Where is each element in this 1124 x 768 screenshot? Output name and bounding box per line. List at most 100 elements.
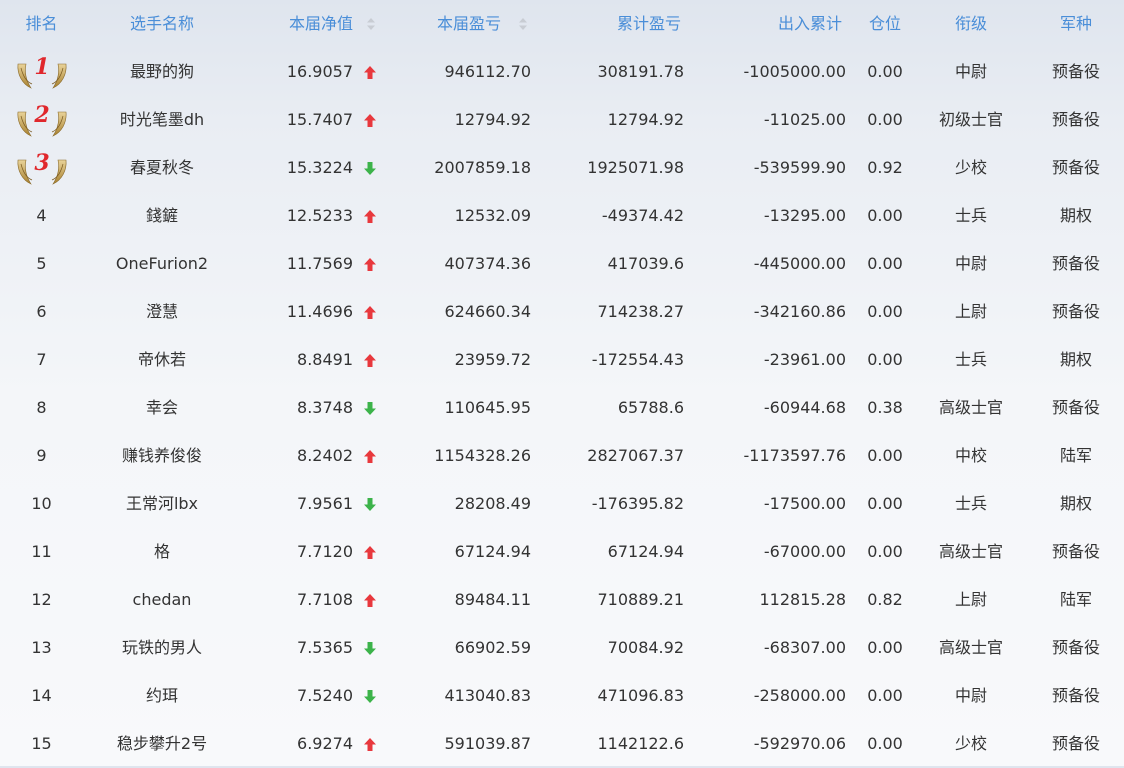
rank-cell: 9 (36, 446, 47, 465)
player-name[interactable]: 帝休若 (83, 336, 241, 384)
player-name[interactable]: 錢鏟 (83, 192, 241, 240)
type-label: 预备役 (1051, 638, 1100, 657)
sort-icon[interactable] (518, 17, 528, 31)
header-cash-flow: 出入累计 (777, 14, 842, 33)
rank-cell: 12 (31, 590, 52, 609)
cash-flow: -1173597.76 (743, 446, 846, 465)
player-name[interactable]: 稳步攀升2号 (83, 720, 241, 768)
table-row[interactable]: 6 澄慧 11.4696 624660.34 714238.27 -342160.86 0.… (0, 288, 1124, 336)
table-row[interactable]: 5 OneFurion2 11.7569 407374.36 417039.6 -4450… (0, 240, 1124, 288)
player-name[interactable]: 时光笔墨dh (83, 96, 241, 144)
header-nav-sortable[interactable]: 本届净值 (241, 0, 353, 48)
cumulative-pnl: 12794.92 (607, 110, 684, 129)
trend-up-arrow-icon (360, 336, 380, 384)
cash-flow: -68307.00 (763, 638, 846, 657)
table-row[interactable]: 9 赚钱养俊俊 8.2402 1154328.26 2827067.37 -1173597… (0, 432, 1124, 480)
nav-value: 15.3224 (286, 158, 353, 177)
grade-label: 上尉 (954, 590, 987, 609)
table-row[interactable]: 15 稳步攀升2号 6.9274 591039.87 1142122.6 -592970.… (0, 720, 1124, 768)
medal-rank-number: 3 (34, 150, 50, 176)
table-row[interactable]: 7 帝休若 8.8491 23959.72 -172554.43 -23961.00 0.0… (0, 336, 1124, 384)
cash-flow: -13295.00 (763, 206, 846, 225)
type-label: 预备役 (1051, 686, 1100, 705)
cumulative-pnl: -49374.42 (601, 206, 684, 225)
table-row[interactable]: 4 錢鏟 12.5233 12532.09 -49374.42 -13295.00 0.00… (0, 192, 1124, 240)
cumulative-pnl: -176395.82 (591, 494, 684, 513)
grade-label: 高级士官 (938, 638, 1003, 657)
player-name[interactable]: 王常河lbx (83, 480, 241, 528)
type-label: 预备役 (1051, 62, 1100, 81)
header-position: 仓位 (868, 14, 901, 33)
cash-flow: -258000.00 (753, 686, 846, 705)
player-name[interactable]: chedan (83, 576, 241, 624)
table-row[interactable]: 12 chedan 7.7108 89484.11 710889.21 112815.28… (0, 576, 1124, 624)
player-name[interactable]: 春夏秋冬 (83, 144, 241, 192)
rank-cell: 11 (31, 542, 52, 561)
medal-rank-number: 2 (34, 102, 50, 128)
grade-label: 士兵 (954, 494, 987, 513)
nav-value: 6.9274 (297, 734, 353, 753)
season-pnl: 624660.34 (444, 302, 531, 321)
nav-value: 7.7120 (297, 542, 353, 561)
player-name[interactable]: 幸会 (83, 384, 241, 432)
table-row[interactable]: 10 王常河lbx 7.9561 28208.49 -176395.82 -17500.0… (0, 480, 1124, 528)
table-row[interactable]: 14 约珥 7.5240 413040.83 471096.83 -258000.00 0.… (0, 672, 1124, 720)
table-row[interactable]: 2 时光笔墨dh 15.7407 12794.92 12794.92 -11025.00 0… (0, 96, 1124, 144)
nav-value: 7.5365 (297, 638, 353, 657)
cumulative-pnl: 70084.92 (607, 638, 684, 657)
laurel-medal-icon: 2 (14, 100, 70, 140)
nav-value: 8.3748 (297, 398, 353, 417)
trend-up-arrow-icon (360, 576, 380, 624)
player-name[interactable]: 玩铁的男人 (83, 624, 241, 672)
trend-down-arrow-icon (360, 624, 380, 672)
season-pnl: 2007859.18 (434, 158, 531, 177)
position-ratio: 0.00 (867, 254, 903, 273)
trend-down-arrow-icon (360, 144, 380, 192)
player-name[interactable]: 格 (83, 528, 241, 576)
cumulative-pnl: 710889.21 (597, 590, 684, 609)
grade-label: 上尉 (954, 302, 987, 321)
player-name[interactable]: OneFurion2 (83, 240, 241, 288)
season-pnl: 12794.92 (454, 110, 531, 129)
player-name[interactable]: 约珥 (83, 672, 241, 720)
type-label: 预备役 (1051, 302, 1100, 321)
nav-value: 7.7108 (297, 590, 353, 609)
grade-label: 中尉 (954, 254, 987, 273)
nav-value: 8.8491 (297, 350, 353, 369)
cash-flow: -23961.00 (763, 350, 846, 369)
rank-cell: 1 (0, 48, 83, 96)
player-name[interactable]: 赚钱养俊俊 (83, 432, 241, 480)
header-pnl-sortable[interactable]: 本届盈亏 (380, 0, 501, 48)
table-row[interactable]: 3 春夏秋冬 15.3224 2007859.18 1925071.98 -539599.… (0, 144, 1124, 192)
table-row[interactable]: 8 幸会 8.3748 110645.95 65788.6 -60944.68 0.38 高级… (0, 384, 1124, 432)
type-label: 预备役 (1051, 398, 1100, 417)
cumulative-pnl: 65788.6 (617, 398, 684, 417)
season-pnl: 407374.36 (444, 254, 531, 273)
rank-cell: 14 (31, 686, 52, 705)
header-type: 军种 (1059, 14, 1092, 33)
cash-flow: -445000.00 (753, 254, 846, 273)
trend-down-arrow-icon (360, 384, 380, 432)
cash-flow: -17500.00 (763, 494, 846, 513)
season-pnl: 946112.70 (444, 62, 531, 81)
position-ratio: 0.00 (867, 686, 903, 705)
season-pnl: 89484.11 (454, 590, 531, 609)
header-cumulative-pnl: 累计盈亏 (616, 14, 681, 33)
type-label: 预备役 (1051, 254, 1100, 273)
cash-flow: -60944.68 (763, 398, 846, 417)
table-row[interactable]: 11 格 7.7120 67124.94 67124.94 -67000.00 0.00 高级… (0, 528, 1124, 576)
position-ratio: 0.00 (867, 494, 903, 513)
cumulative-pnl: 1142122.6 (597, 734, 684, 753)
trend-up-arrow-icon (360, 720, 380, 768)
player-name[interactable]: 最野的狗 (83, 48, 241, 96)
table-row[interactable]: 1 最野的狗 16.9057 946112.70 308191.78 -1005000.0… (0, 48, 1124, 96)
nav-value: 11.7569 (286, 254, 353, 273)
nav-value: 15.7407 (286, 110, 353, 129)
player-name[interactable]: 澄慧 (83, 288, 241, 336)
cumulative-pnl: 714238.27 (597, 302, 684, 321)
season-pnl: 67124.94 (454, 542, 531, 561)
sort-icon[interactable] (366, 17, 376, 31)
type-label: 期权 (1059, 494, 1092, 513)
table-row[interactable]: 13 玩铁的男人 7.5365 66902.59 70084.92 -68307.00 0.… (0, 624, 1124, 672)
season-pnl: 66902.59 (454, 638, 531, 657)
